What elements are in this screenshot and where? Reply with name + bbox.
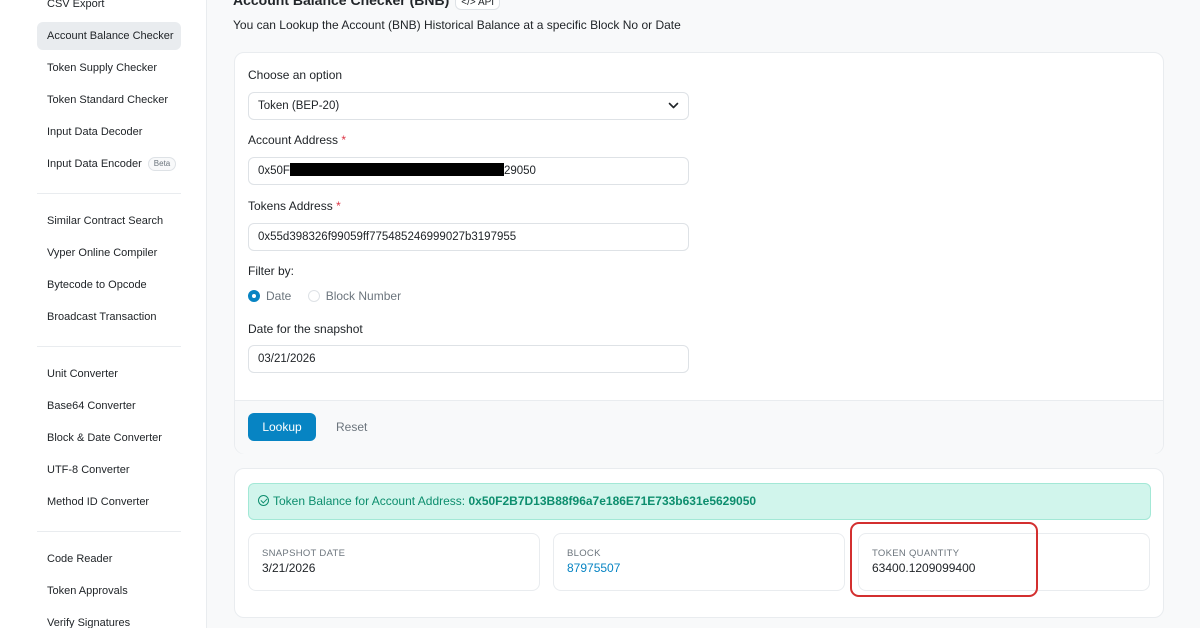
alert-address: 0x50F2B7D13B88f96a7e186E71E733b631e56290… [468, 494, 757, 508]
sidebar-group-3: Similar Contract Search Vyper Online Com… [37, 207, 181, 331]
beta-badge: Beta [147, 157, 177, 172]
sidebar-item-base64-converter[interactable]: Base64 Converter [37, 392, 181, 420]
sidebar-divider [37, 346, 181, 347]
chevron-down-icon [668, 93, 679, 119]
sidebar: CSV Export Account Balance Checker Token… [0, 0, 207, 628]
page-title-text: Account Balance Checker (BNB) [233, 0, 450, 8]
sidebar-item-bytecode-to-opcode[interactable]: Bytecode to Opcode [37, 271, 181, 299]
required-mark: * [336, 199, 341, 213]
snapshot-date-stat-value: 3/21/2026 [262, 561, 316, 575]
required-mark: * [341, 133, 347, 147]
filter-label: Filter by: [248, 264, 295, 278]
block-link[interactable]: 87975507 [567, 561, 620, 575]
sidebar-item-token-approvals[interactable]: Token Approvals [37, 577, 181, 605]
success-alert: Token Balance for Account Address: 0x50F… [248, 483, 1151, 520]
tokens-address-input[interactable]: 0x55d398326f99059ff775485246999027b31979… [248, 223, 689, 251]
sidebar-group-5: Code Reader Token Approvals Verify Signa… [37, 545, 181, 628]
highlight-box [850, 522, 1038, 597]
api-badge[interactable]: </> API [455, 0, 501, 10]
lookup-form-card: Choose an option Token (BEP-20) Account … [234, 52, 1164, 454]
check-circle-icon [258, 495, 269, 506]
filter-radio-group: Date Block Number [248, 289, 414, 303]
sidebar-item-broadcast-transaction[interactable]: Broadcast Transaction [37, 303, 181, 331]
option-select-value: Token (BEP-20) [258, 100, 340, 112]
sidebar-item-label: Input Data Encoder [47, 158, 142, 170]
snapshot-date-input[interactable]: 03/21/2026 [248, 345, 689, 373]
account-address-label: Account Address * [248, 133, 346, 147]
reset-button[interactable]: Reset [336, 413, 367, 441]
sidebar-group-2: Account Balance Checker Token Supply Che… [37, 22, 181, 178]
snapshot-date-label: Date for the snapshot [248, 322, 363, 336]
block-stat: BLOCK 87975507 [553, 533, 845, 591]
block-stat-label: BLOCK [567, 548, 601, 559]
page-title: Account Balance Checker (BNB) </> API [233, 0, 501, 10]
account-address-suffix: 29050 [503, 165, 536, 177]
option-label: Choose an option [248, 68, 343, 82]
account-address-input[interactable]: 0x50F 29050 [248, 157, 689, 185]
sidebar-divider [37, 193, 181, 194]
block-number-radio-label[interactable]: Block Number [326, 289, 401, 303]
redaction-bar [289, 163, 504, 176]
lookup-button[interactable]: Lookup [248, 413, 316, 441]
sidebar-item-similar-contract-search[interactable]: Similar Contract Search [37, 207, 181, 235]
sidebar-group-4: Unit Converter Base64 Converter Block & … [37, 360, 181, 516]
sidebar-item-unit-converter[interactable]: Unit Converter [37, 360, 181, 388]
form-footer [235, 400, 1163, 454]
sidebar-item-vyper-online-compiler[interactable]: Vyper Online Compiler [37, 239, 181, 267]
alert-text: Token Balance for Account Address: [273, 494, 466, 508]
sidebar-divider [37, 531, 181, 532]
sidebar-item-code-reader[interactable]: Code Reader [37, 545, 181, 573]
sidebar-item-block-date-converter[interactable]: Block & Date Converter [37, 424, 181, 452]
sidebar-item-method-id-converter[interactable]: Method ID Converter [37, 488, 181, 516]
date-radio[interactable] [248, 290, 260, 302]
sidebar-item-token-supply-checker[interactable]: Token Supply Checker [37, 54, 181, 82]
block-number-radio[interactable] [307, 290, 320, 302]
tokens-address-label: Tokens Address * [248, 199, 341, 213]
sidebar-item-utf8-converter[interactable]: UTF-8 Converter [37, 456, 181, 484]
page-subtitle: You can Lookup the Account (BNB) Histori… [233, 18, 681, 32]
tokens-address-label-text: Tokens Address [248, 199, 333, 213]
sidebar-item-verify-signatures[interactable]: Verify Signatures [37, 609, 181, 628]
sidebar-group-1: CSV Export [37, 0, 181, 18]
account-address-prefix: 0x50F [258, 165, 290, 177]
sidebar-item-token-standard-checker[interactable]: Token Standard Checker [37, 86, 181, 114]
sidebar-item-input-data-decoder[interactable]: Input Data Decoder [37, 118, 181, 146]
option-select[interactable]: Token (BEP-20) [248, 92, 689, 120]
date-radio-label[interactable]: Date [266, 289, 291, 303]
snapshot-date-stat-label: SNAPSHOT DATE [262, 548, 346, 559]
sidebar-item-account-balance-checker[interactable]: Account Balance Checker [37, 22, 181, 50]
sidebar-item-csv-export[interactable]: CSV Export [37, 0, 181, 18]
snapshot-date-stat: SNAPSHOT DATE 3/21/2026 [248, 533, 540, 591]
account-address-label-text: Account Address [248, 133, 339, 147]
sidebar-item-input-data-encoder[interactable]: Input Data Encoder Beta [37, 150, 181, 178]
